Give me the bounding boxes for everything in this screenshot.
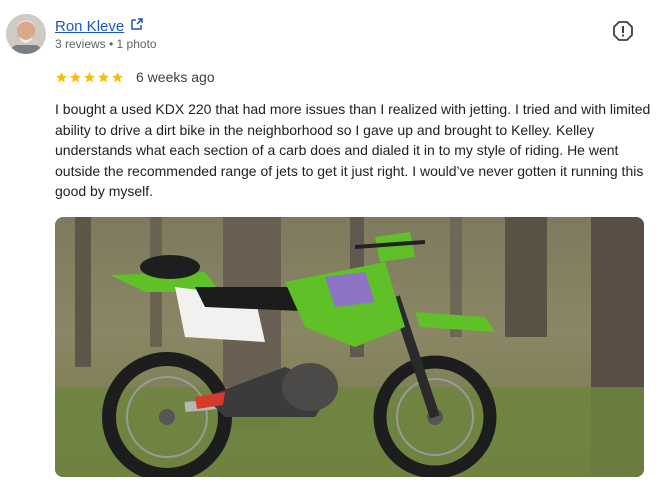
star-icon xyxy=(84,71,95,82)
star-icon xyxy=(112,71,123,82)
review-date: 6 weeks ago xyxy=(136,69,215,85)
external-link-icon xyxy=(130,17,144,35)
review-photo[interactable] xyxy=(55,217,644,477)
report-icon xyxy=(613,21,633,41)
avatar[interactable] xyxy=(6,14,46,54)
rating-row: 6 weeks ago xyxy=(55,69,215,85)
report-button[interactable] xyxy=(612,20,634,42)
star-rating xyxy=(55,71,124,84)
star-icon xyxy=(98,71,109,82)
star-icon xyxy=(70,71,81,82)
reviewer-name[interactable]: Ron Kleve xyxy=(55,18,124,35)
star-icon xyxy=(56,71,67,82)
reviewer-meta: 3 reviews • 1 photo xyxy=(55,37,157,51)
reviewer-name-link[interactable]: Ron Kleve xyxy=(55,17,144,35)
review-text: I bought a used KDX 220 that had more is… xyxy=(55,101,651,199)
